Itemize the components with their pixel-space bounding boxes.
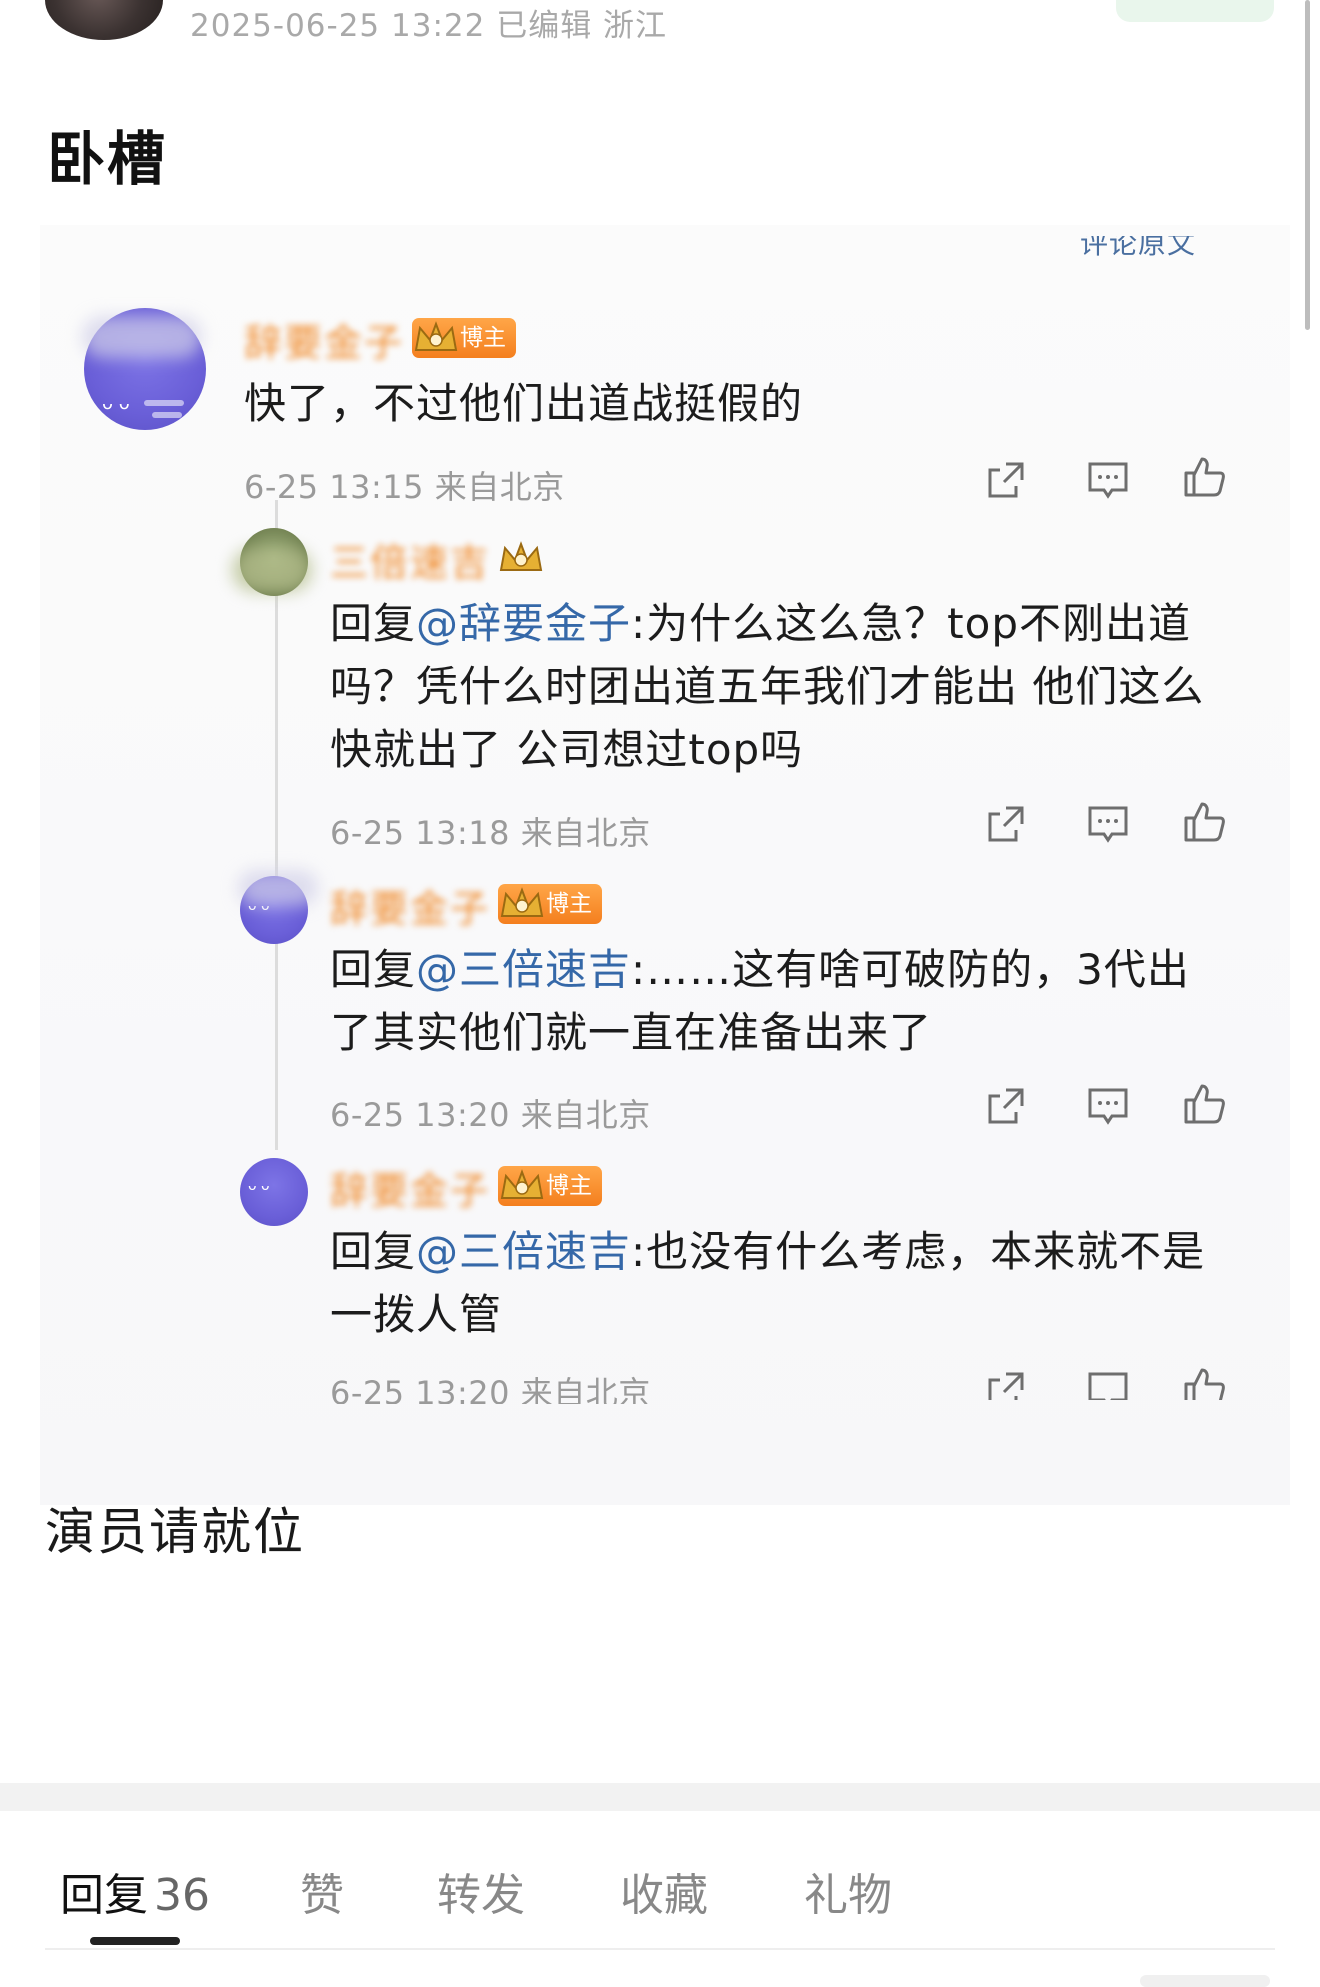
comment-text: 回复@三倍速吉:也没有什么考虑，本来就不是一拨人管 <box>330 1227 1206 1339</box>
username[interactable]: 辞要金子 <box>330 878 490 933</box>
share-icon[interactable] <box>984 802 1028 846</box>
section-title: 演员请就位 <box>45 1503 305 1561</box>
tab-replies[interactable]: 回复 36 <box>60 1859 210 1923</box>
mention-link[interactable]: @辞要金子 <box>416 599 631 648</box>
crown-icon <box>500 1169 544 1199</box>
mention-link[interactable]: @三倍速吉 <box>416 945 631 994</box>
tab-bar-separator <box>0 1783 1320 1811</box>
username[interactable]: 辞要金子 <box>244 312 404 367</box>
comment-icon[interactable] <box>1086 458 1130 502</box>
comment-text: 回复@辞要金子:为什么这么急？top不刚出道吗？凭什么时团出道五年我们才能出 他… <box>330 599 1205 774</box>
scrollbar[interactable] <box>1305 0 1310 330</box>
share-icon[interactable] <box>984 1084 1028 1128</box>
tab-favorites[interactable]: 收藏 <box>620 1859 708 1923</box>
tab-likes[interactable]: 赞 <box>300 1859 344 1923</box>
author-avatar[interactable] <box>45 0 163 40</box>
comment-icon[interactable] <box>1086 1084 1130 1128</box>
thread-line <box>275 500 278 1150</box>
action-row-clipped <box>980 1364 1240 1400</box>
blogger-badge: 博主 <box>498 1166 602 1206</box>
share-icon[interactable] <box>984 458 1028 502</box>
tab-gifts[interactable]: 礼物 <box>804 1859 892 1923</box>
tab-reposts[interactable]: 转发 <box>437 1859 525 1923</box>
reply-count: 36 <box>154 1870 210 1921</box>
avatar-blur <box>232 548 312 592</box>
avatar[interactable]: ᴗ ᴗ <box>240 1158 308 1226</box>
avatar-blur <box>82 316 202 358</box>
like-icon[interactable] <box>1182 455 1226 499</box>
like-icon[interactable] <box>1182 1366 1226 1400</box>
post-meta: 2025-06-25 13:22 已编辑 浙江 <box>190 8 668 44</box>
share-icon[interactable] <box>984 1368 1028 1400</box>
follow-button[interactable] <box>1116 0 1274 22</box>
username[interactable]: 三倍速吉 <box>330 532 490 587</box>
comment-time: 6-25 13:20 来自北京 <box>330 1096 651 1134</box>
truncated-text: 评论原文 <box>1080 236 1197 258</box>
comment-text: 回复@三倍速吉:……这有啥可破防的，3代出了其实他们就一直在准备出来了 <box>330 945 1190 1057</box>
avatar-blur <box>238 870 318 906</box>
tab-divider <box>45 1948 1275 1950</box>
blogger-badge: 博主 <box>412 318 516 358</box>
comment-time: 6-25 13:15 来自北京 <box>244 468 565 506</box>
like-icon[interactable] <box>1182 800 1226 844</box>
like-icon[interactable] <box>1182 1082 1226 1126</box>
crown-icon <box>500 887 544 917</box>
crown-icon <box>414 321 458 351</box>
crown-icon <box>499 541 543 571</box>
mention-link[interactable]: @三倍速吉 <box>416 1227 631 1276</box>
comment-icon[interactable] <box>1086 1368 1130 1400</box>
username[interactable]: 辞要金子 <box>330 1160 490 1215</box>
comment-text: 快了，不过他们出道战挺假的 <box>244 379 804 428</box>
post-title: 卧槽 <box>47 125 168 193</box>
active-tab-indicator <box>90 1937 180 1945</box>
blogger-badge: 博主 <box>498 884 602 924</box>
home-indicator <box>1140 1975 1270 1987</box>
comment-time: 6-25 13:18 来自北京 <box>330 814 651 852</box>
comment-icon[interactable] <box>1086 802 1130 846</box>
